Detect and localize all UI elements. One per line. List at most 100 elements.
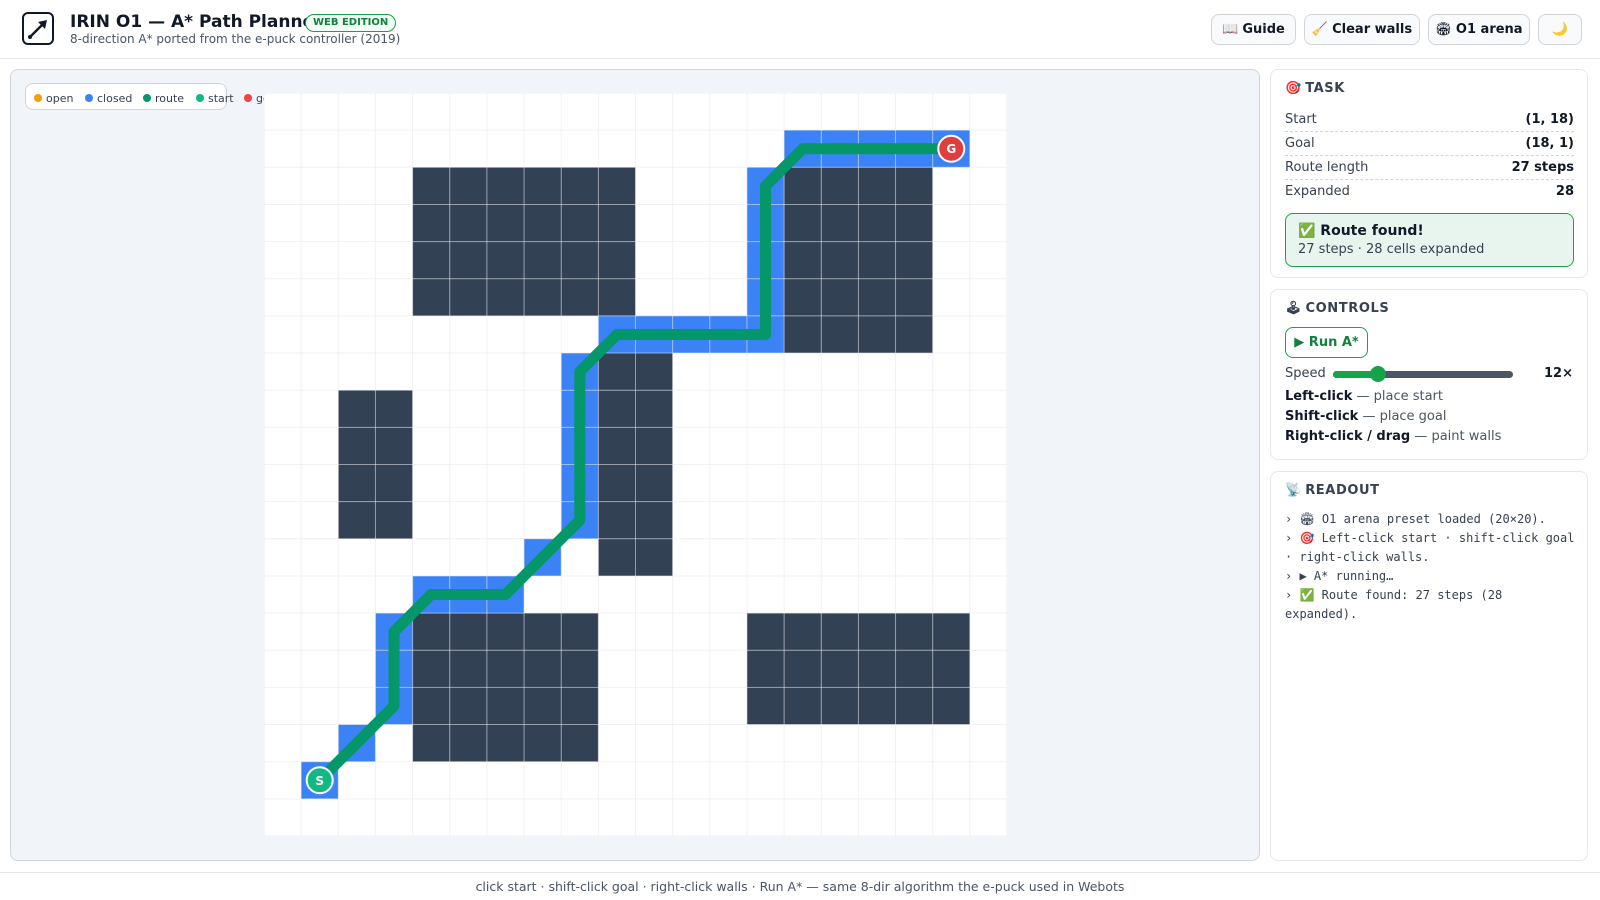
wall-cell [895, 167, 933, 205]
wall-cell [821, 241, 859, 279]
wall-cell [524, 241, 562, 279]
task-row-goal: Goal (18, 1) [1285, 132, 1574, 156]
wall-cell [895, 613, 933, 651]
wall-cell [635, 464, 673, 502]
wall-cell [486, 687, 525, 725]
controls-card-title: 🕹 CONTROLS [1285, 301, 1390, 316]
route-status-box: ✅ Route found! 27 steps · 28 cells expan… [1285, 213, 1574, 267]
log-line: › 🎯 Left-click start · shift-click goal … [1285, 531, 1575, 564]
controls-card: 🕹 CONTROLS ▶ Run A* Speed 12× Left-click … [1270, 289, 1588, 460]
wall-cell [932, 687, 970, 725]
wall-cell [486, 724, 525, 762]
help-right-click: Right-click / drag — paint walls [1285, 429, 1502, 444]
speed-value: 12× [1544, 366, 1573, 381]
wall-cell [858, 241, 896, 279]
wall-cell [449, 687, 487, 725]
log-line: › ✅ Route found: 27 steps (28 expanded). [1285, 588, 1503, 621]
joystick-icon: 🕹 [1285, 301, 1302, 316]
wall-cell [895, 687, 933, 725]
wall-cell [784, 687, 822, 725]
app-title: IRIN O1 — A* Path Planner [70, 12, 323, 32]
wall-cell [598, 167, 636, 205]
wall-cell [338, 427, 376, 465]
grid-panel: open closed route start goal SG [10, 69, 1260, 861]
wall-cell [524, 650, 562, 688]
wall-cell [598, 538, 636, 576]
goal-label: G [946, 142, 956, 156]
wall-cell [895, 278, 933, 316]
wall-cell [561, 687, 599, 725]
moon-icon: 🌙 [1551, 22, 1569, 37]
wall-cell [635, 538, 673, 576]
app-header: IRIN O1 — A* Path Planner WEB EDITION 8-… [0, 0, 1600, 59]
wall-cell [412, 650, 450, 688]
wall-cell [561, 241, 599, 279]
wall-cell [561, 613, 599, 651]
satellite-icon: 📡 [1285, 483, 1302, 498]
wall-cell [449, 167, 487, 205]
legend-closed-swatch [85, 94, 93, 102]
wall-cell [932, 650, 970, 688]
route-status-detail: 27 steps · 28 cells expanded [1298, 242, 1485, 257]
wall-cell [412, 278, 450, 316]
wall-cell [746, 687, 785, 725]
wall-cell [895, 650, 933, 688]
wall-cell [858, 278, 896, 316]
edition-badge: WEB EDITION [305, 14, 397, 32]
legend-route-swatch [143, 94, 151, 102]
run-astar-button[interactable]: ▶ Run A* [1285, 327, 1368, 358]
expanded-value: 28 [1555, 184, 1574, 199]
speed-slider[interactable] [1333, 364, 1513, 384]
wall-cell [635, 427, 673, 465]
wall-cell [338, 501, 376, 539]
wall-cell [449, 204, 487, 242]
wall-cell [375, 390, 413, 428]
wall-cell [524, 278, 562, 316]
wall-cell [524, 687, 562, 725]
wall-cell [412, 167, 450, 205]
wall-cell [746, 613, 785, 651]
wall-cell [598, 501, 636, 539]
wall-cell [821, 687, 859, 725]
speed-slider-thumb[interactable] [1370, 366, 1386, 382]
wall-cell [784, 650, 822, 688]
guide-button[interactable]: 📖 Guide [1211, 14, 1296, 45]
wall-cell [449, 278, 487, 316]
legend-goal-swatch [244, 94, 252, 102]
wall-cell [821, 650, 859, 688]
wall-cell [746, 650, 785, 688]
wall-cell [338, 464, 376, 502]
wall-cell [858, 650, 896, 688]
wall-cell [635, 390, 673, 428]
wall-cell [858, 315, 896, 354]
wall-cell [524, 204, 562, 242]
wall-cell [821, 278, 859, 316]
clear-walls-button[interactable]: 🧹 Clear walls [1304, 14, 1420, 45]
app-logo-icon [22, 12, 54, 45]
guide-button-label: Guide [1242, 22, 1285, 37]
route-length-value: 27 steps [1511, 160, 1574, 175]
wall-cell [598, 464, 636, 502]
wall-cell [486, 204, 525, 242]
wall-cell [598, 241, 636, 279]
wall-cell [486, 278, 525, 316]
wall-cell [412, 724, 450, 762]
dark-mode-toggle[interactable]: 🌙 [1538, 14, 1582, 45]
wall-cell [895, 241, 933, 279]
target-icon: 🎯 [1285, 81, 1302, 96]
wall-cell [821, 315, 859, 354]
wall-cell [635, 353, 673, 391]
wall-cell [561, 167, 599, 205]
wall-cell [858, 167, 896, 205]
wall-cell [412, 687, 450, 725]
log-line: › 🏟 O1 arena preset loaded (20×20). [1285, 512, 1546, 526]
log-line: › ▶ A* running… [1285, 569, 1394, 583]
wall-cell [895, 204, 933, 242]
wall-cell [449, 613, 487, 651]
wall-cell [784, 241, 822, 279]
wall-cell [449, 650, 487, 688]
wall-cell [858, 613, 896, 651]
wall-cell [598, 427, 636, 465]
o1-arena-button[interactable]: 🏟 O1 arena [1428, 14, 1530, 45]
path-grid-canvas[interactable]: SG [264, 93, 1007, 836]
